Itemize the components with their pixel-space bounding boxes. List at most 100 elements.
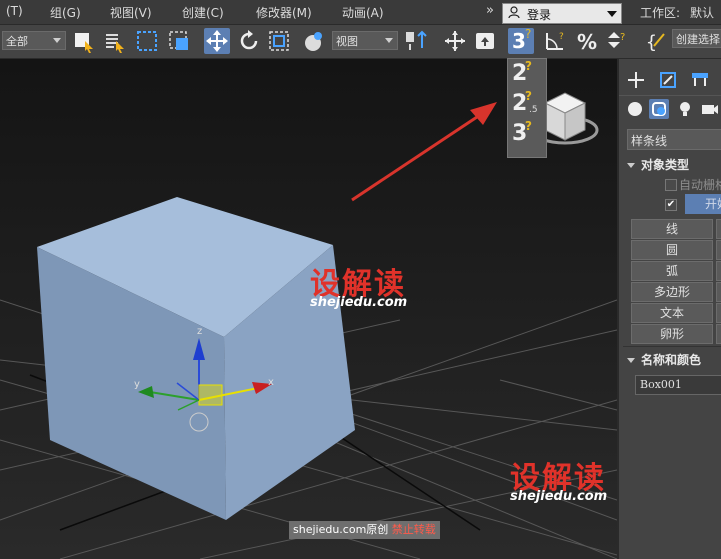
svg-text:%: % [577, 30, 597, 54]
cameras-category[interactable] [701, 101, 719, 117]
text-button[interactable]: 文本 [631, 303, 713, 323]
main-toolbar: 全部 视图 3 ? ? % ? {创建选择 [0, 25, 721, 59]
pivot-center-button[interactable] [402, 28, 428, 54]
menu-tools[interactable]: (T) [6, 4, 23, 18]
rectangular-selection-button[interactable] [134, 28, 160, 54]
modify-tab[interactable] [657, 69, 679, 91]
percent-snap-icon: % [577, 30, 597, 54]
manipulate-button[interactable] [442, 28, 468, 54]
egg-button[interactable]: 卵形 [631, 324, 713, 344]
spinner-snap-button[interactable]: ? [604, 28, 630, 54]
object-name-field[interactable]: Box001 [635, 375, 721, 395]
workspace-label: 工作区: [640, 6, 681, 20]
snaps-toggle-button[interactable]: 3 ? [508, 27, 534, 54]
select-and-move-button[interactable] [204, 28, 230, 54]
object-type-rollout-header[interactable]: 对象类型 [627, 156, 689, 173]
object-type-title: 对象类型 [641, 158, 690, 172]
plus-icon [628, 72, 644, 88]
arc-button[interactable]: 弧 [631, 261, 713, 281]
chevron-down-icon [627, 358, 635, 363]
rectangle-button[interactable] [716, 219, 721, 239]
snap-2-5d-option[interactable]: 2? .5 [512, 89, 538, 116]
place-icon [305, 32, 322, 51]
named-selection-dropdown[interactable]: 创建选择 [672, 29, 721, 48]
hierarchy-icon [692, 73, 708, 86]
snap-2d-option[interactable]: 2? [512, 59, 532, 86]
shape-category-dropdown[interactable]: 样条线 [627, 129, 721, 150]
name-color-title: 名称和颜色 [641, 353, 702, 367]
snap-magnet-icon: ? [525, 89, 532, 103]
percent-snap-button[interactable]: % [574, 28, 600, 54]
snap-mode-flyout: 2? 2? .5 3? [507, 58, 547, 158]
start-new-shape-button[interactable]: 开始 [685, 194, 721, 214]
move-icon [206, 30, 228, 52]
ellipse-button[interactable] [716, 240, 721, 260]
menu-create[interactable]: 创建(C) [182, 4, 224, 21]
gizmo-z-label: z [197, 326, 203, 337]
star-button[interactable] [716, 282, 721, 302]
menu-overflow-icon[interactable]: » [486, 3, 494, 18]
watermark-url: shejiedu.com [310, 295, 408, 310]
selection-filter-value: 全部 [6, 35, 28, 48]
window-crossing-icon [169, 31, 188, 50]
select-by-name-button[interactable] [102, 28, 128, 54]
ngon-button[interactable]: 多边形 [631, 282, 713, 302]
snap-2-5d-sub: .5 [529, 105, 538, 115]
login-dropdown[interactable]: 登录 [502, 3, 622, 24]
rectangular-selection-icon [137, 31, 157, 51]
lights-category[interactable] [677, 101, 693, 117]
chevron-down-icon [385, 38, 393, 43]
select-and-rotate-button[interactable] [236, 28, 262, 54]
auto-grid-checkbox[interactable] [665, 179, 677, 191]
create-tab[interactable] [625, 69, 647, 91]
scale-icon [269, 31, 289, 51]
line-button[interactable]: 线 [631, 219, 713, 239]
menu-views[interactable]: 视图(V) [110, 4, 152, 21]
camera-icon [702, 105, 718, 114]
select-and-scale-button[interactable] [266, 28, 292, 54]
donut-button[interactable] [716, 261, 721, 281]
helix-button[interactable] [716, 303, 721, 323]
footer-url: shejiedu.com原创 [293, 523, 389, 536]
edit-named-selection-button[interactable]: { [644, 28, 670, 54]
workspace-dropdown[interactable]: 默认 [690, 4, 714, 21]
shape-category-value: 样条线 [631, 134, 668, 148]
lightbulb-icon [680, 102, 690, 116]
menu-bar: (T) 组(G) 视图(V) 创建(C) 修改器(M) 动画(A) » 登录 工… [0, 0, 721, 25]
login-label: 登录 [527, 8, 552, 22]
select-and-place-button[interactable] [300, 28, 326, 54]
menu-modifiers[interactable]: 修改器(M) [256, 4, 312, 21]
chevron-down-icon [627, 163, 635, 168]
snap-3d-option[interactable]: 3? [512, 119, 532, 146]
snap-magnet-icon: ? [525, 119, 532, 133]
named-selection-value: 创建选择 [676, 33, 720, 46]
angle-snap-icon: ? [546, 32, 564, 50]
section-button[interactable] [716, 324, 721, 344]
select-object-button[interactable] [70, 28, 96, 54]
shapes-icon [652, 102, 666, 116]
window-crossing-button[interactable] [166, 28, 192, 54]
angle-snap-button[interactable]: ? [542, 28, 568, 54]
shapes-category[interactable] [649, 99, 669, 119]
geometry-category[interactable] [627, 101, 643, 117]
svg-text:{: { [646, 32, 657, 53]
reference-coordinate-dropdown[interactable]: 视图 [332, 31, 398, 50]
footer-note: 禁止转载 [391, 523, 436, 536]
keyboard-shortcut-icon [476, 33, 494, 49]
snap-magnet-icon: ? [525, 59, 532, 73]
menu-animation[interactable]: 动画(A) [342, 4, 384, 21]
reference-coordinate-value: 视图 [336, 35, 358, 48]
user-icon [508, 6, 520, 19]
selection-filter-dropdown[interactable]: 全部 [2, 31, 66, 50]
start-new-shape-checkbox[interactable]: ✔ [665, 199, 677, 211]
command-panel: 样条线 对象类型 自动栅格 ✔ 开始 线 圆 弧 多边形 文本 卵形 名称和颜色… [617, 59, 721, 559]
circle-button[interactable]: 圆 [631, 240, 713, 260]
name-color-rollout-header[interactable]: 名称和颜色 [627, 351, 701, 368]
named-selection-icon: { [646, 32, 665, 53]
menu-group[interactable]: 组(G) [50, 4, 81, 21]
keyboard-shortcut-override-button[interactable] [472, 28, 498, 54]
hierarchy-tab[interactable] [689, 69, 711, 91]
chevron-down-icon [53, 38, 61, 43]
select-object-icon [75, 33, 93, 53]
object-name-value: Box001 [640, 378, 682, 391]
